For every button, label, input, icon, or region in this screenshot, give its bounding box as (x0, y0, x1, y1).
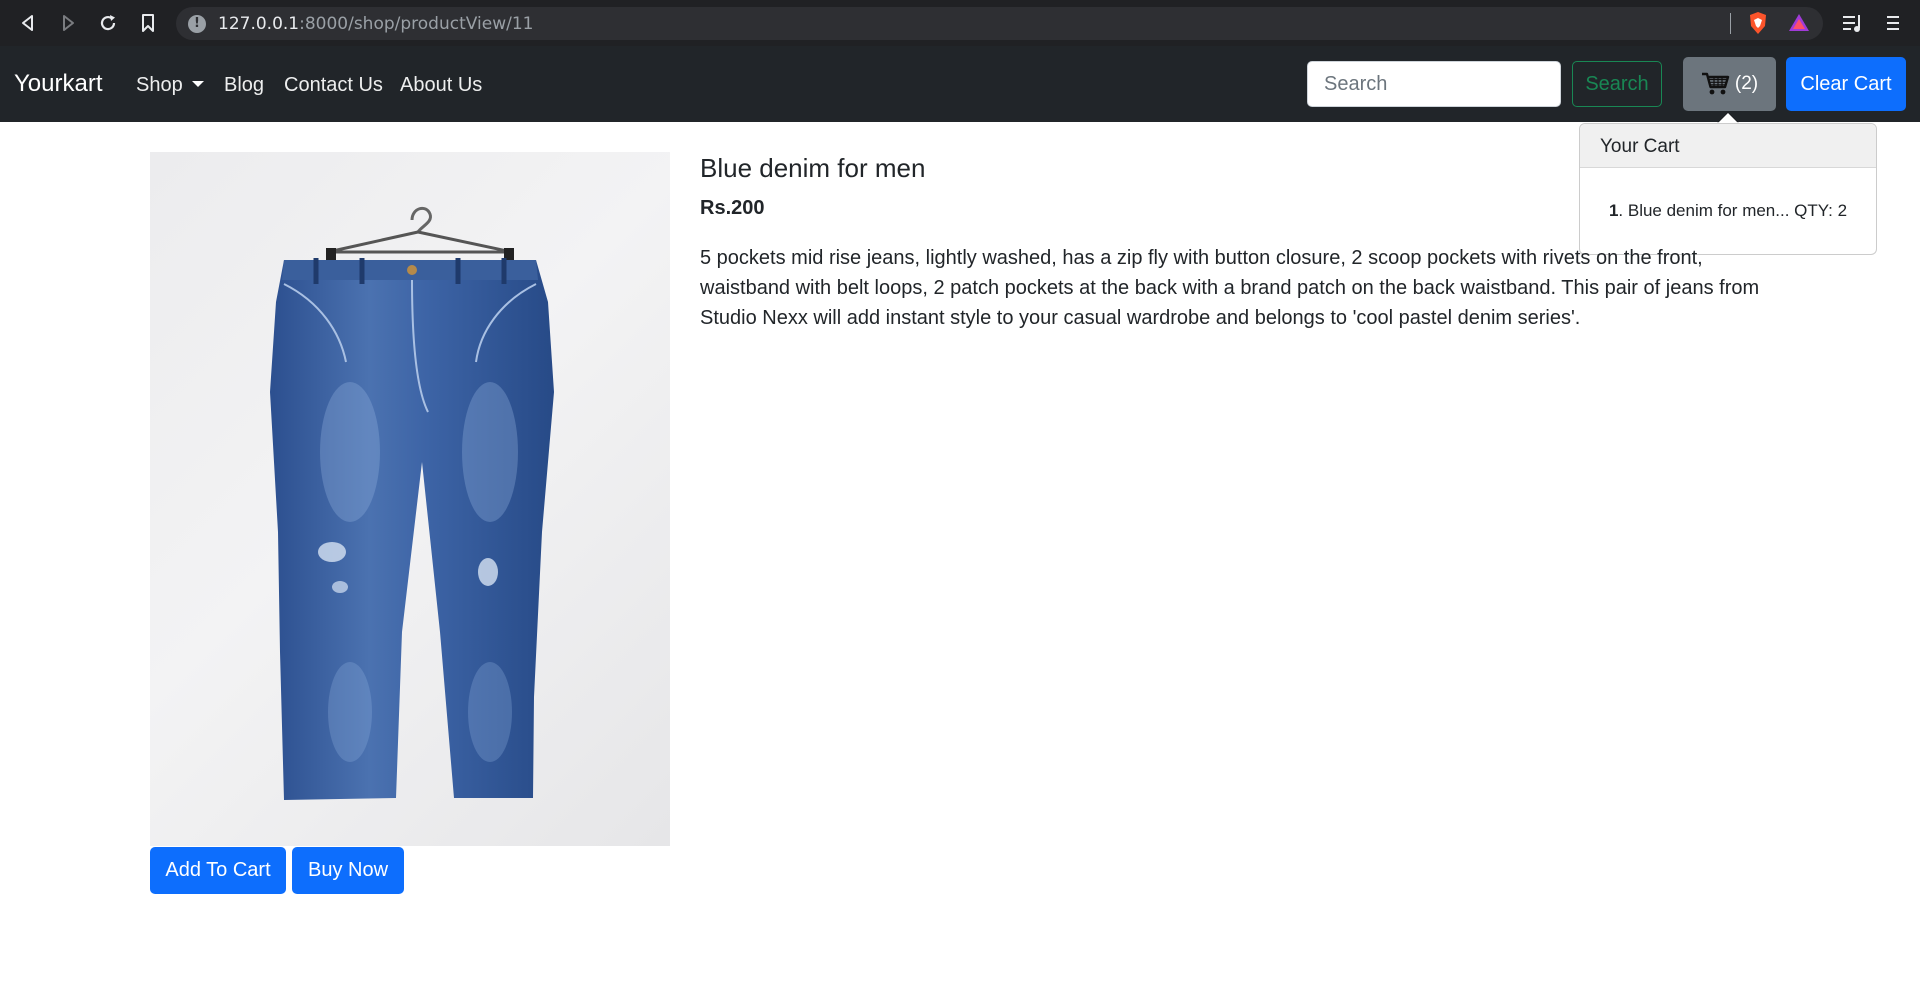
search-input[interactable] (1307, 61, 1561, 107)
distress-2 (478, 558, 498, 586)
hanger-bar (326, 230, 514, 254)
jeans-picture (270, 206, 554, 800)
cart-item-index: 1 (1608, 201, 1619, 220)
cart-count: (2) (1734, 73, 1759, 94)
url-path: :8000/shop/productView/11 (299, 13, 534, 34)
wash-fade-3 (328, 662, 372, 762)
jeans-button (407, 265, 417, 275)
back-button[interactable] (8, 0, 48, 46)
nav-item-blog[interactable]: Blog (224, 73, 264, 97)
reload-icon (100, 15, 116, 31)
media-playlist-icon[interactable] (1842, 13, 1864, 33)
brave-shield-icon[interactable] (1747, 11, 1769, 35)
popover-arrow-fill (1718, 113, 1738, 123)
site-navbar: Yourkart Shop Blog Contact Us About Us S… (0, 46, 1920, 122)
url-host: 127.0.0.1 (218, 13, 300, 34)
clear-cart-button[interactable]: Clear Cart (1786, 57, 1906, 111)
hanger-hook (410, 206, 432, 233)
nav-item-shop-label: Shop (136, 74, 183, 96)
browser-menu-icon[interactable] (1885, 13, 1901, 33)
distress-1 (318, 542, 346, 562)
nav-item-shop-dropdown[interactable]: Shop (136, 73, 204, 97)
distress-3 (332, 581, 348, 593)
forward-icon (63, 15, 74, 31)
brand-logo-link[interactable]: Yourkart (14, 70, 103, 98)
back-icon (22, 15, 33, 31)
forward-button[interactable] (48, 0, 88, 46)
address-bar-divider (1730, 13, 1731, 34)
buy-now-button[interactable]: Buy Now (292, 847, 404, 894)
hanger-clip-left (326, 248, 336, 262)
cart-popover-title: Your Cart (1580, 124, 1876, 168)
cart-button[interactable]: (2) (1683, 57, 1776, 111)
add-to-cart-button[interactable]: Add To Cart (150, 847, 286, 894)
product-title: Blue denim for men (700, 153, 926, 183)
wash-fade-4 (468, 662, 512, 762)
wash-fade-1 (320, 382, 380, 522)
cart-item-text: . Blue denim for men... QTY: 2 (1618, 201, 1848, 220)
wash-fade-2 (462, 382, 518, 522)
search-button[interactable]: Search (1572, 61, 1662, 107)
reload-button[interactable] (88, 0, 128, 46)
product-image (150, 152, 670, 846)
shopping-cart-icon (1701, 72, 1730, 95)
nav-item-contact-us[interactable]: Contact Us (284, 73, 383, 97)
cart-popover: Your Cart 1. Blue denim for men... QTY: … (1579, 123, 1877, 255)
chevron-down-icon (191, 81, 204, 87)
browser-toolbar: ! 127.0.0.1:8000/shop/productView/11 (0, 0, 1920, 46)
cart-item: 1. Blue denim for men... QTY: 2 (1600, 201, 1856, 221)
bookmark-icon (142, 14, 154, 32)
product-description: 5 pockets mid rise jeans, lightly washed… (700, 247, 1760, 329)
address-bar[interactable]: ! 127.0.0.1:8000/shop/productView/11 (176, 7, 1823, 40)
cart-popover-body: 1. Blue denim for men... QTY: 2 (1580, 201, 1876, 221)
site-info-icon[interactable]: ! (188, 14, 206, 33)
bookmark-button[interactable] (128, 0, 168, 46)
nav-item-about-us[interactable]: About Us (400, 73, 482, 97)
brave-rewards-icon[interactable] (1787, 11, 1811, 35)
product-price: Rs.200 (700, 197, 765, 219)
